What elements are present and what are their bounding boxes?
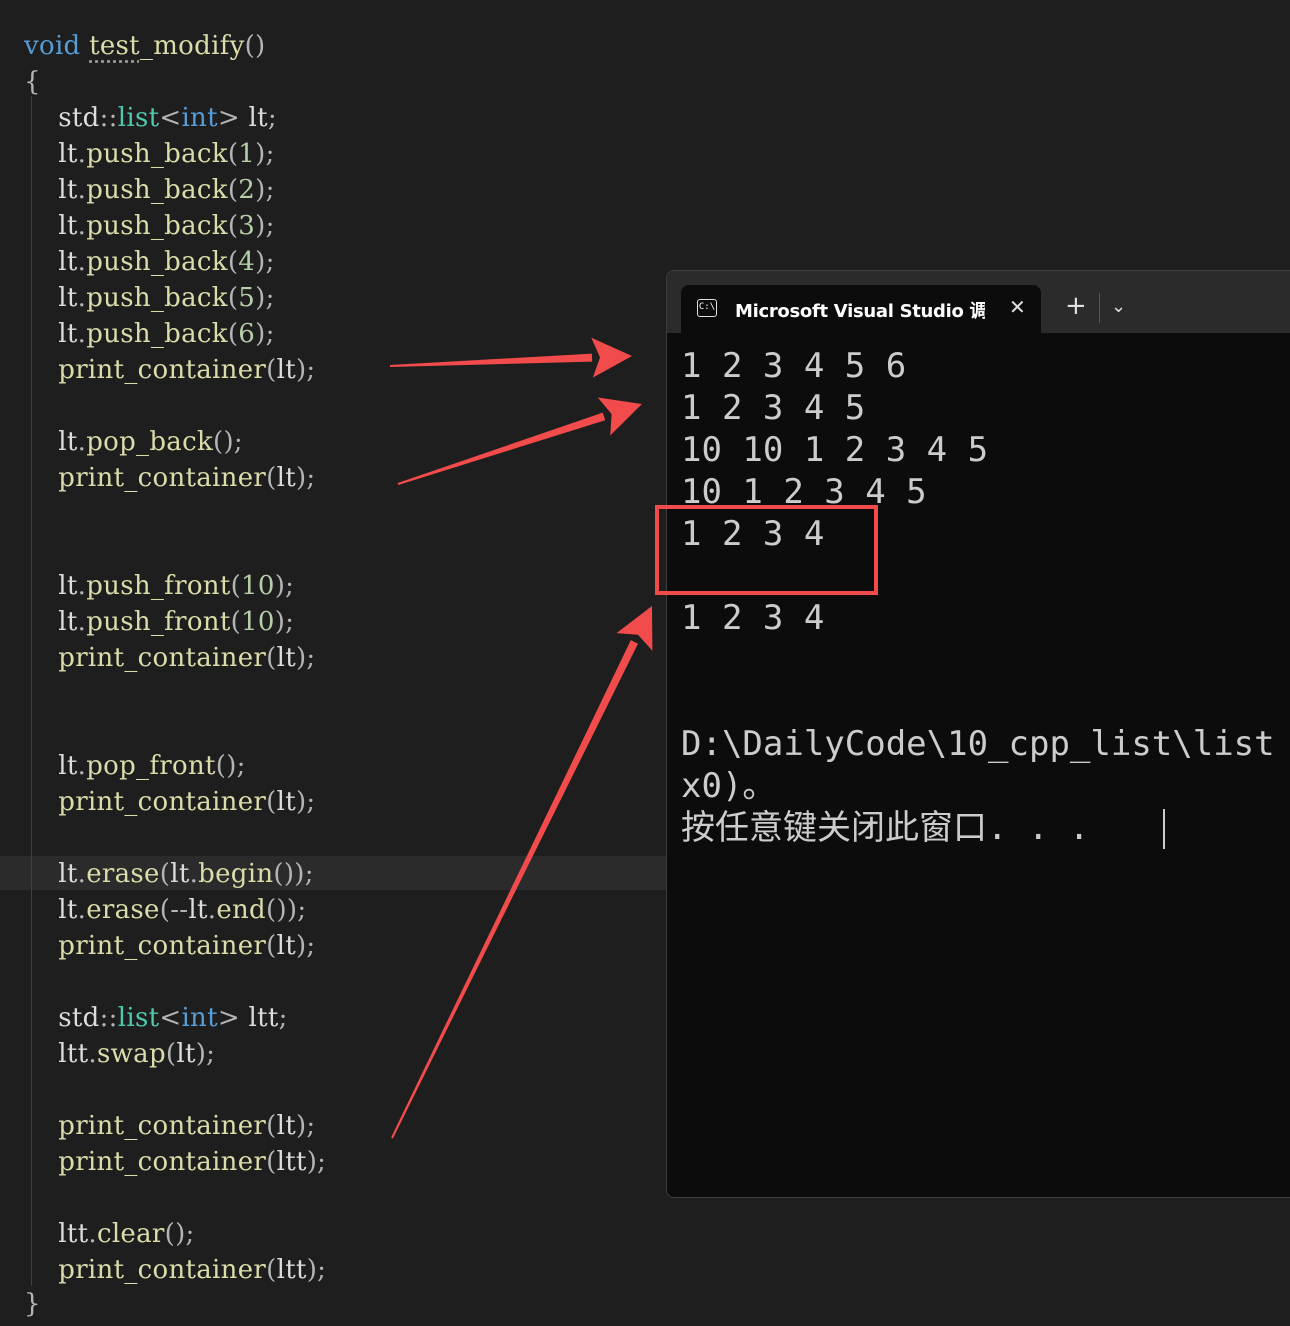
annotation-arrow-shaft: [389, 353, 593, 367]
annotation-arrow-head: [597, 397, 642, 436]
annotation-arrow-shaft: [397, 412, 606, 485]
highlight-box: [655, 505, 878, 595]
annotation-overlay: [389, 337, 878, 1139]
annotation-arrow-shaft: [391, 640, 639, 1139]
annotation-arrow-head: [591, 337, 632, 378]
